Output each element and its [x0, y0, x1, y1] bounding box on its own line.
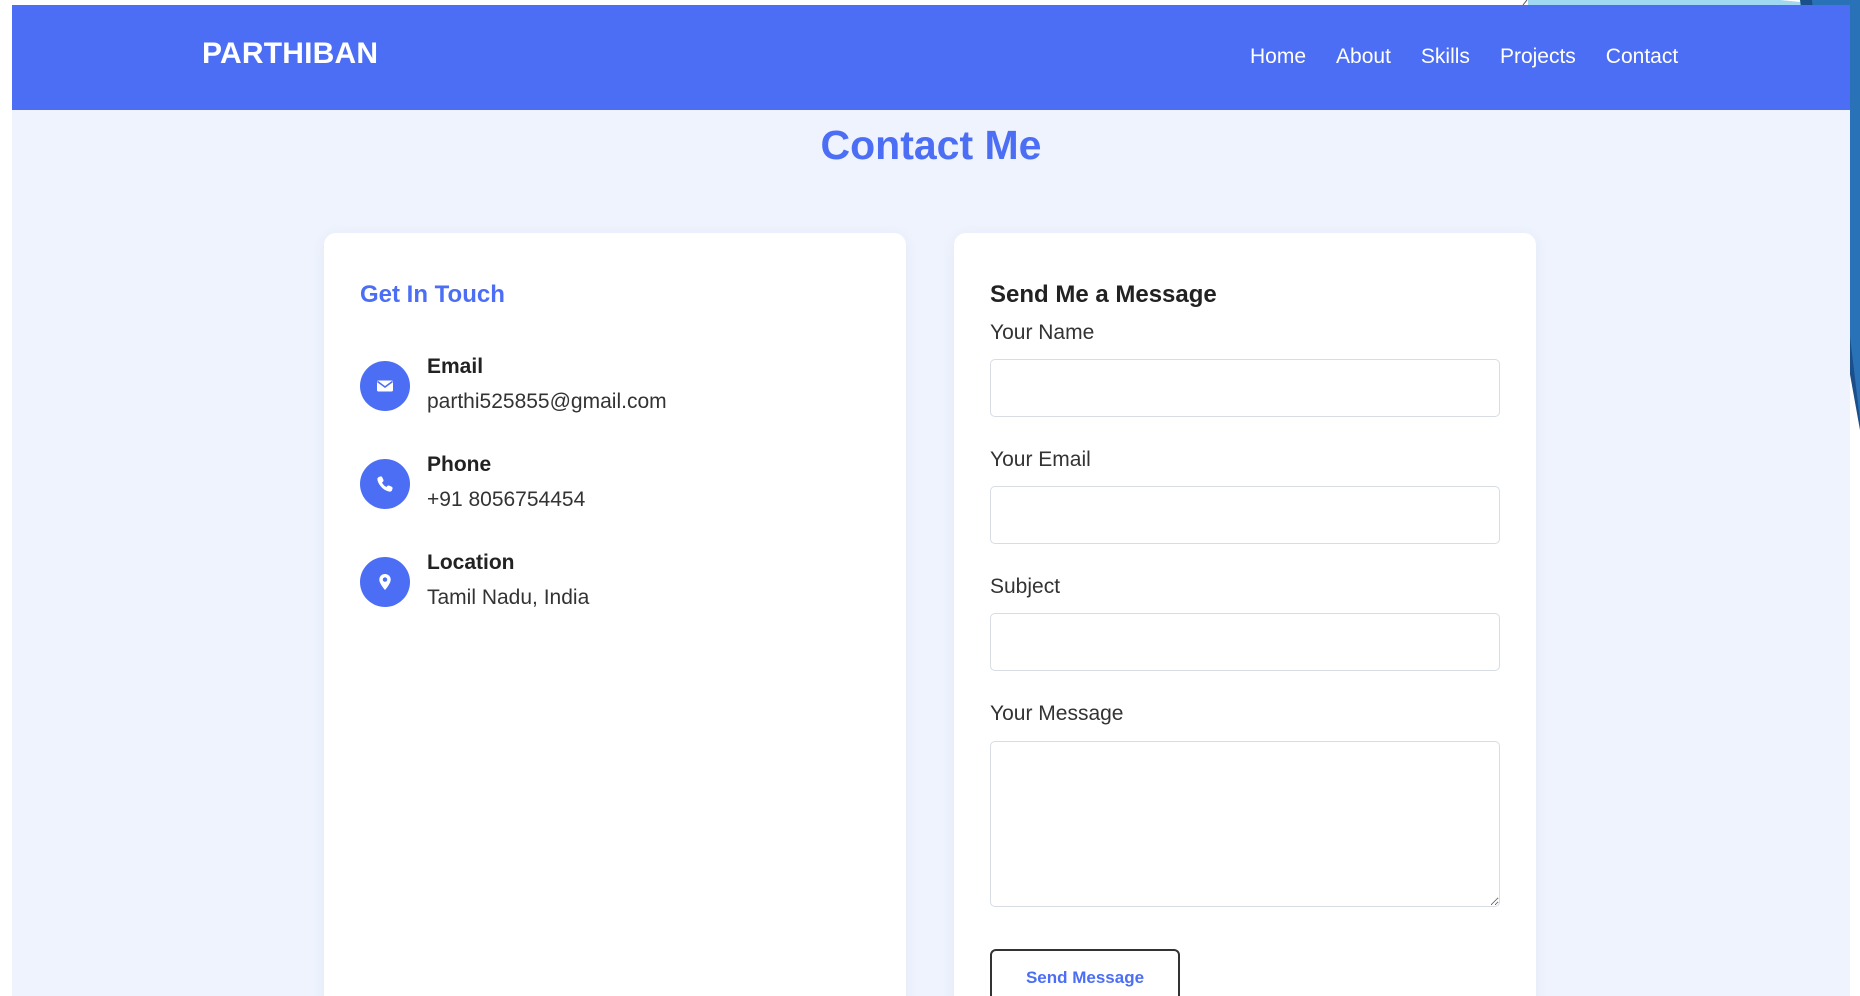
envelope-icon-glyph — [377, 380, 393, 392]
name-field-label: Your Name — [990, 321, 1095, 344]
form-heading: Send Me a Message — [990, 281, 1217, 308]
message-textarea[interactable] — [990, 741, 1500, 907]
envelope-icon — [360, 361, 410, 411]
brand-logo[interactable]: PARTHIBAN — [202, 37, 378, 71]
contact-item-phone: Phone +91 8056754454 — [360, 453, 860, 515]
subject-field-label: Subject — [990, 575, 1061, 598]
email-field-label: Your Email — [990, 448, 1091, 471]
navbar: PARTHIBAN Home About Skills Projects Con… — [12, 5, 1850, 110]
email-input[interactable] — [990, 486, 1500, 544]
phone-label: Phone — [427, 453, 492, 476]
message-field-label: Your Message — [990, 702, 1124, 725]
email-label: Email — [427, 355, 484, 378]
name-input[interactable] — [990, 359, 1500, 417]
map-pin-icon-glyph — [379, 574, 391, 590]
location-value: Tamil Nadu, India — [427, 586, 590, 609]
contact-item-location: Location Tamil Nadu, India — [360, 551, 860, 613]
phone-value: +91 8056754454 — [427, 488, 586, 511]
contact-info-card: Get In Touch Email parthi525855@gmail.co… — [324, 233, 906, 996]
nav-links: Home About Skills Projects Contact — [1250, 45, 1708, 69]
page-title: Contact Me — [820, 122, 1042, 168]
send-message-button[interactable]: Send Message — [990, 949, 1180, 996]
map-pin-icon — [360, 557, 410, 607]
nav-link-about[interactable]: About — [1336, 45, 1391, 69]
location-label: Location — [427, 551, 515, 574]
message-form-card: Send Me a Message Your Name Your Email S… — [954, 233, 1536, 996]
subject-input[interactable] — [990, 613, 1500, 671]
nav-link-contact[interactable]: Contact — [1606, 45, 1678, 69]
email-value: parthi525855@gmail.com — [427, 390, 667, 413]
contact-info-heading: Get In Touch — [360, 281, 505, 308]
nav-link-home[interactable]: Home — [1250, 45, 1306, 69]
page-container: PARTHIBAN Home About Skills Projects Con… — [12, 5, 1850, 996]
nav-link-projects[interactable]: Projects — [1500, 45, 1576, 69]
contact-item-email: Email parthi525855@gmail.com — [360, 355, 860, 417]
phone-icon-glyph — [377, 476, 393, 492]
nav-link-skills[interactable]: Skills — [1421, 45, 1470, 69]
phone-icon — [360, 459, 410, 509]
